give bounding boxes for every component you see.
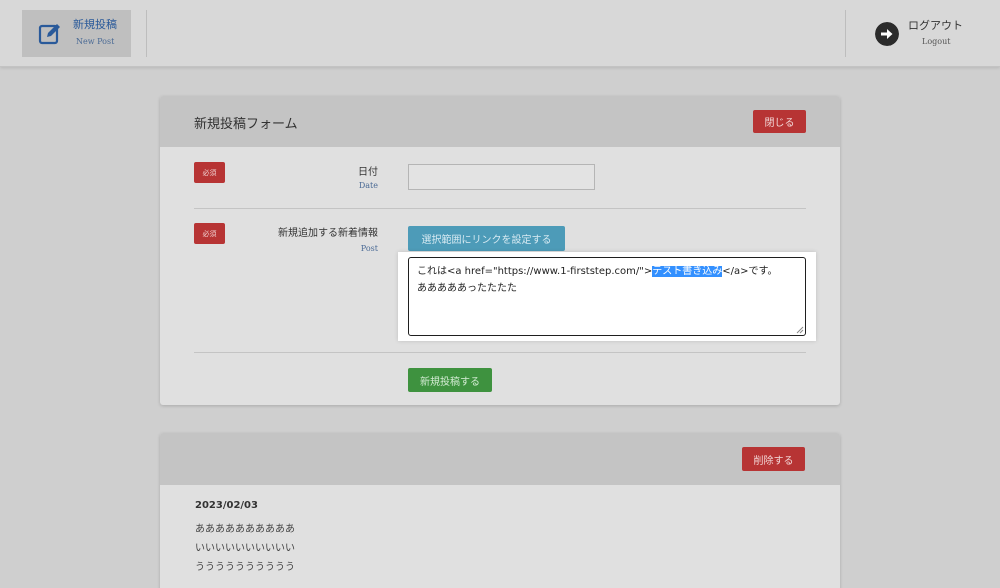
selected-text: テスト書き込み: [652, 266, 723, 277]
logout-label: ログアウト: [908, 19, 963, 32]
top-header: 新規投稿 New Post ログアウト Logout: [0, 0, 1000, 67]
post-date: 2023/02/03: [195, 500, 258, 511]
required-badge-date: 必須: [194, 162, 225, 183]
new-post-button[interactable]: 新規投稿 New Post: [22, 10, 131, 57]
textarea-line-2: あああああったたたた: [417, 283, 517, 294]
textarea-text-before: これは<a href="https://www.1-firststep.com/…: [417, 266, 653, 277]
form-separator: [194, 352, 806, 353]
new-post-label: 新規投稿: [73, 18, 117, 31]
post-textarea[interactable]: これは<a href="https://www.1-firststep.com/…: [408, 257, 806, 336]
post-line: ああああああああああ: [195, 524, 295, 535]
post-label: 新規追加する新着情報: [278, 228, 378, 239]
form-separator: [194, 208, 806, 209]
logout-sublabel: Logout: [922, 37, 951, 46]
delete-button[interactable]: 削除する: [742, 447, 805, 471]
post-card-header: 削除する: [160, 433, 840, 485]
date-label: 日付: [358, 167, 378, 178]
date-input[interactable]: [408, 164, 595, 190]
logout-button[interactable]: ログアウト Logout: [875, 13, 985, 53]
post-line: うううううううううう: [195, 562, 295, 573]
textarea-highlight: これは<a href="https://www.1-firststep.com/…: [398, 252, 816, 341]
textarea-line-1: これは<a href="https://www.1-firststep.com/…: [417, 263, 797, 280]
submit-post-button[interactable]: 新規投稿する: [408, 368, 492, 392]
resize-handle-icon[interactable]: [796, 326, 804, 334]
arrow-right-circle-icon: [875, 22, 899, 46]
new-post-form-card: 新規投稿フォーム 閉じる 必須 日付 Date 必須 新規追加する新着情報 Po…: [160, 96, 840, 405]
post-card: 削除する 2023/02/03 ああああああああああ いいいいいいいいいい うう…: [160, 433, 840, 588]
edit-icon: [38, 24, 60, 45]
post-line: いいいいいいいいいい: [195, 543, 295, 554]
header-divider-left: [146, 10, 147, 57]
textarea-text-after: </a>です。: [722, 266, 778, 277]
form-title: 新規投稿フォーム: [194, 117, 298, 132]
form-card-header: 新規投稿フォーム 閉じる: [160, 96, 840, 147]
set-link-button[interactable]: 選択範囲にリンクを設定する: [408, 226, 565, 251]
close-button[interactable]: 閉じる: [753, 110, 806, 133]
required-badge-post: 必須: [194, 223, 225, 244]
header-divider-right: [845, 10, 846, 57]
new-post-sublabel: New Post: [76, 37, 115, 46]
date-sublabel: Date: [358, 181, 378, 190]
post-sublabel: Post: [360, 244, 378, 253]
